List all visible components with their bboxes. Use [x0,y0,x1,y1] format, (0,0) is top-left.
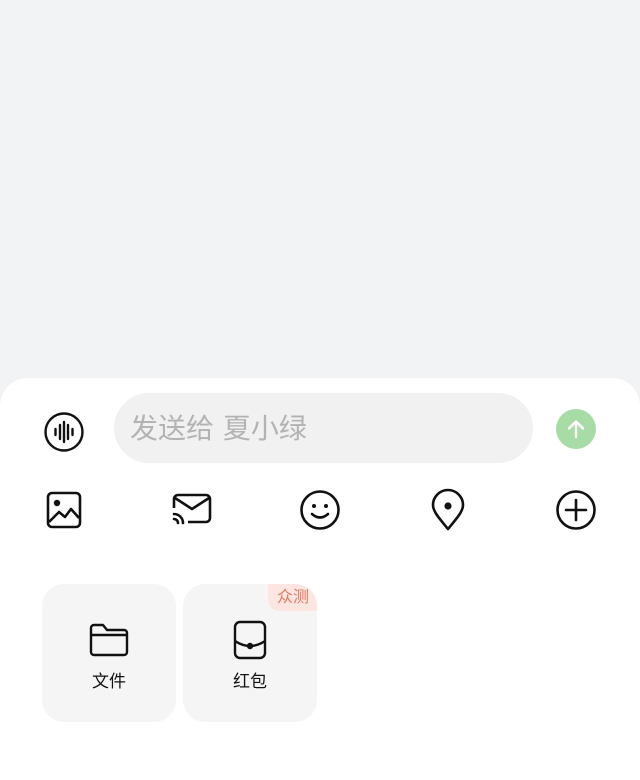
input-panel: 文件 众测 红包 [0,378,640,780]
voice-wave-icon [44,412,84,452]
arrow-up-icon [567,420,585,439]
file-card-label: 文件 [92,672,126,692]
more-button[interactable] [554,488,598,532]
chat-area [0,0,640,400]
image-button[interactable] [42,488,86,532]
message-input-box[interactable] [114,393,533,463]
image-icon [46,491,82,529]
folder-icon [89,623,129,657]
file-card[interactable]: 文件 [42,584,176,722]
red-packet-card[interactable]: 众测 红包 [183,584,317,722]
mail-icon [172,493,212,525]
red-packet-card-icon [228,618,272,662]
red-packet-icon [233,620,267,660]
smile-icon [300,490,340,530]
beta-badge: 众测 [267,584,317,611]
file-card-icon [87,618,131,662]
emoji-button[interactable] [298,488,342,532]
plus-circle-icon [556,490,596,530]
location-button[interactable] [426,488,470,532]
location-pin-icon [431,488,465,531]
mail-button[interactable] [170,488,214,532]
send-button[interactable] [556,409,596,449]
voice-button[interactable] [40,408,88,456]
red-packet-card-label: 红包 [233,672,267,692]
message-input[interactable] [128,410,533,446]
